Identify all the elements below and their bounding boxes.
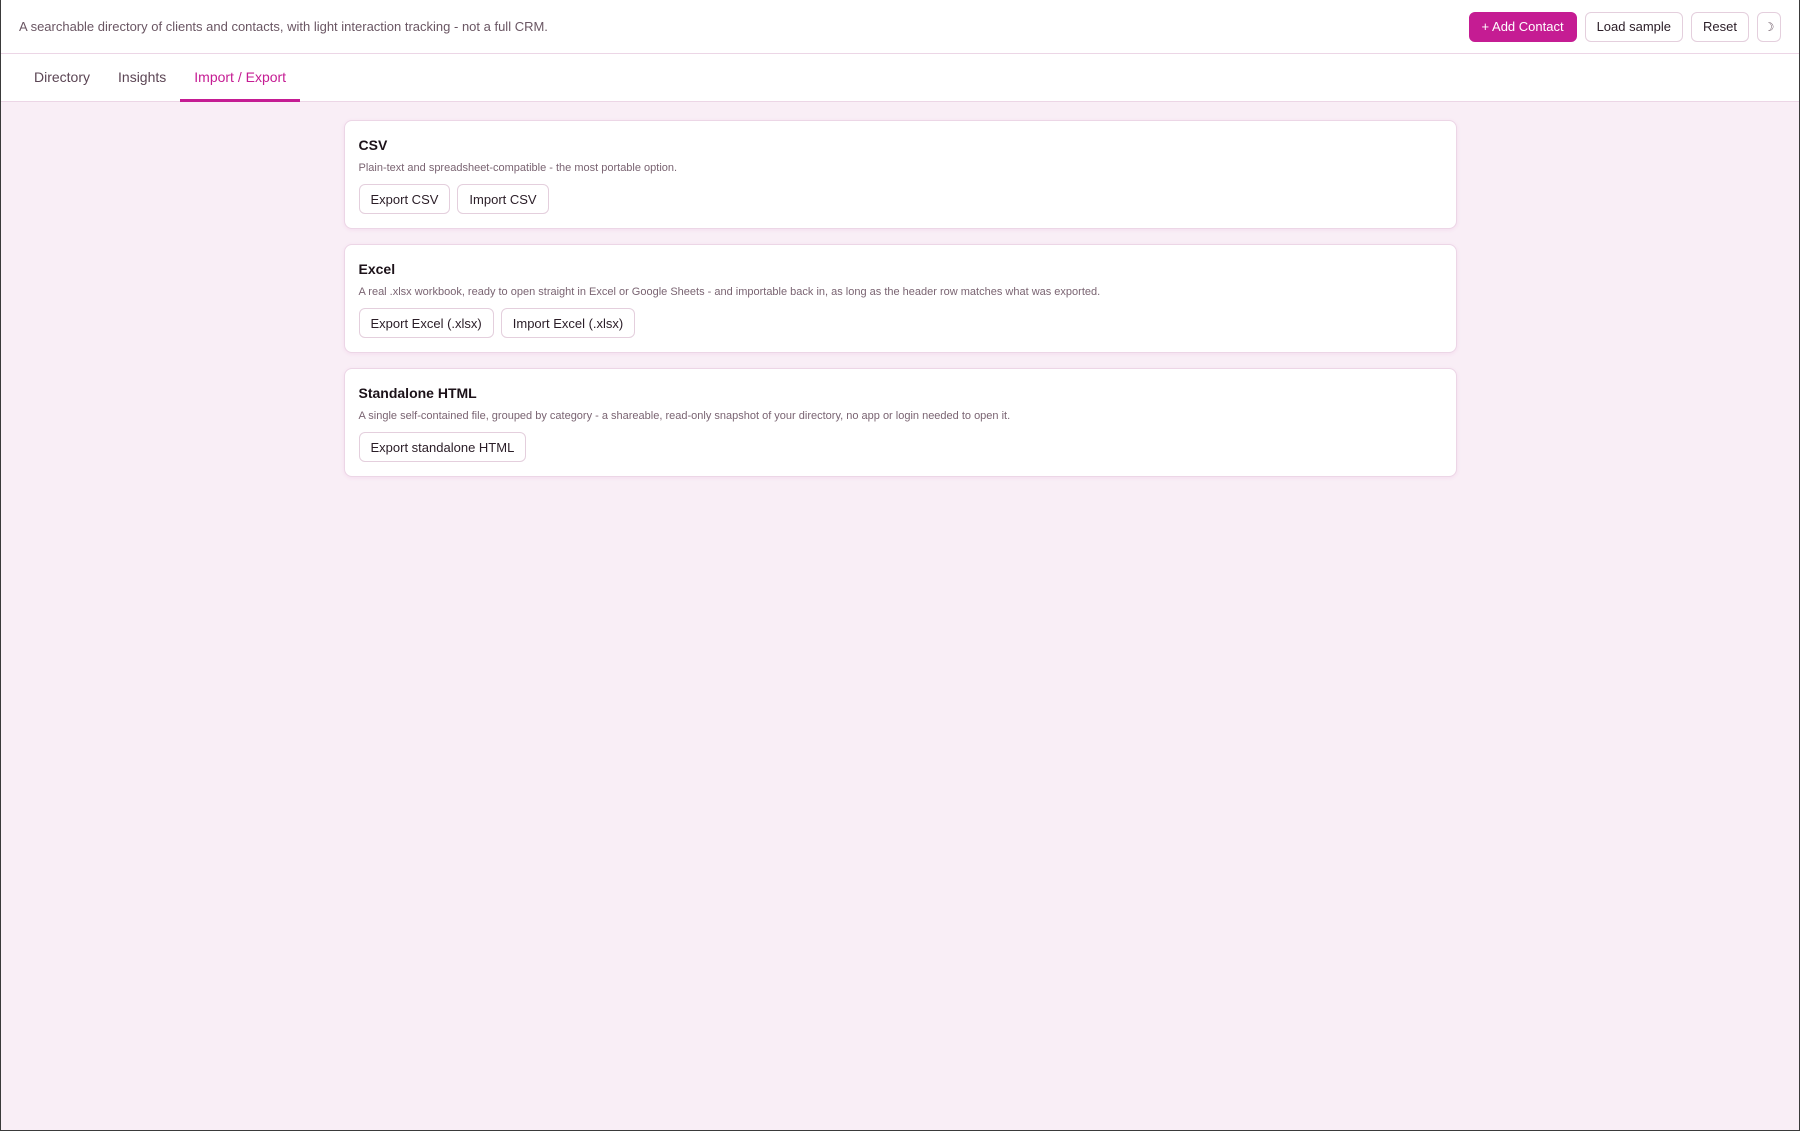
tab-insights[interactable]: Insights [104, 55, 180, 102]
excel-card-description: A real .xlsx workbook, ready to open str… [358, 286, 1101, 298]
excel-card: Excel A real .xlsx workbook, ready to op… [343, 244, 1457, 353]
export-standalone-html-button[interactable]: Export standalone HTML [358, 432, 527, 462]
csv-card: CSV Plain-text and spreadsheet-compatibl… [343, 120, 1457, 229]
html-card-description: A single self-contained file, grouped by… [358, 410, 1011, 422]
tab-directory[interactable]: Directory [20, 55, 104, 102]
tab-bar: Directory Insights Import / Export [1, 54, 1799, 102]
theme-toggle-button[interactable]: ☽ [1757, 11, 1781, 42]
csv-card-actions: Export CSV Import CSV [358, 184, 1442, 214]
moon-icon: ☽ [1763, 19, 1775, 34]
app-header: A searchable directory of clients and co… [1, 0, 1799, 54]
export-excel-button[interactable]: Export Excel (.xlsx) [358, 308, 494, 338]
app-window: A searchable directory of clients and co… [0, 0, 1800, 1131]
load-sample-button[interactable]: Load sample [1584, 11, 1684, 42]
add-contact-button[interactable]: + Add Contact [1468, 11, 1577, 42]
csv-card-description: Plain-text and spreadsheet-compatible - … [358, 162, 678, 174]
app-tagline: A searchable directory of clients and co… [19, 19, 548, 34]
excel-card-title: Excel [358, 261, 396, 277]
csv-card-title: CSV [358, 137, 388, 153]
header-actions: + Add Contact Load sample Reset ☽ [1468, 11, 1781, 42]
import-export-panel: CSV Plain-text and spreadsheet-compatibl… [343, 120, 1457, 477]
html-card-actions: Export standalone HTML [358, 432, 1442, 462]
export-csv-button[interactable]: Export CSV [358, 184, 451, 214]
excel-card-actions: Export Excel (.xlsx) Import Excel (.xlsx… [358, 308, 1442, 338]
tab-import-export[interactable]: Import / Export [180, 55, 301, 102]
import-excel-button[interactable]: Import Excel (.xlsx) [500, 308, 636, 338]
html-card: Standalone HTML A single self-contained … [343, 368, 1457, 477]
html-card-title: Standalone HTML [358, 385, 477, 401]
import-csv-button[interactable]: Import CSV [457, 184, 549, 214]
reset-button[interactable]: Reset [1691, 11, 1749, 42]
